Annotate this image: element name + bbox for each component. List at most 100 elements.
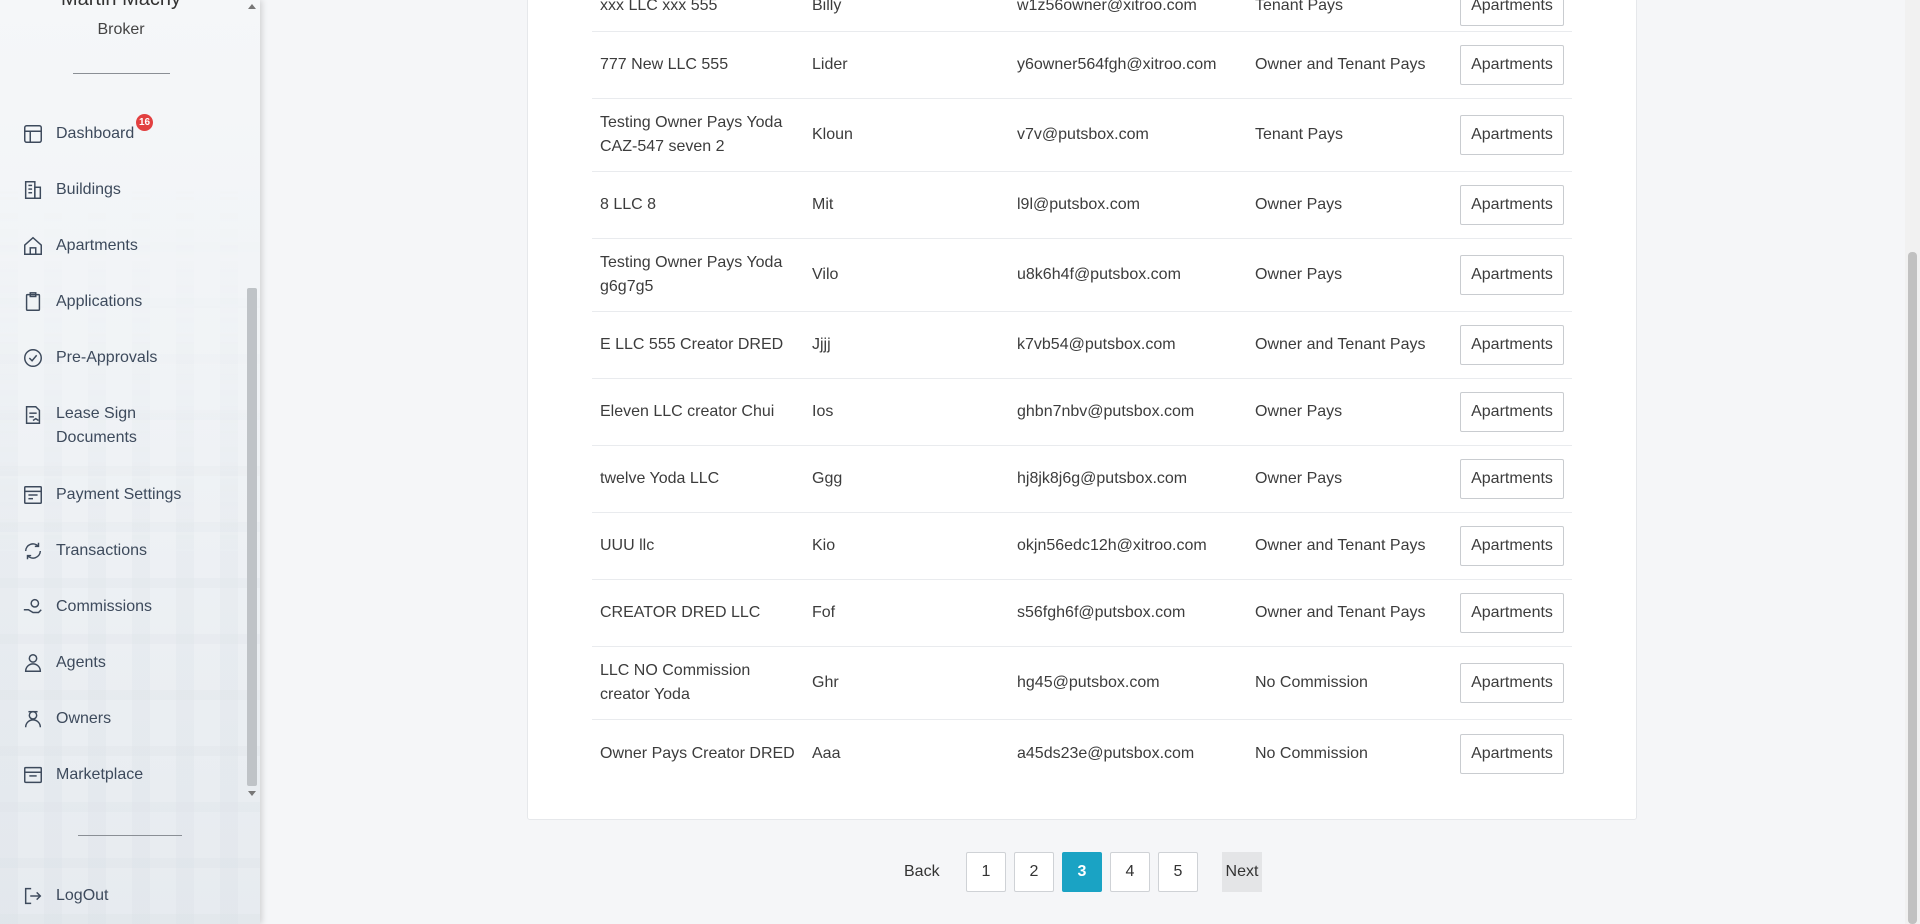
apartments-button[interactable]: Apartments bbox=[1460, 325, 1564, 365]
cell-first-name: Ios bbox=[812, 403, 834, 420]
pagination: Back 1 2 3 4 5 Next bbox=[0, 852, 1920, 892]
cell-email: ghbn7nbv@putsbox.com bbox=[1017, 403, 1195, 420]
sidebar-item-label: Agents bbox=[56, 654, 106, 671]
cell-company: Testing Owner Pays Yoda g6g7g5 bbox=[600, 254, 783, 295]
sidebar-item-dashboard[interactable]: Dashboard 16 bbox=[22, 114, 206, 146]
sidebar-item-payment-settings[interactable]: Payment Settings bbox=[22, 483, 206, 507]
sidebar-item-buildings[interactable]: Buildings bbox=[22, 178, 206, 202]
sidebar-item-owners[interactable]: Owners bbox=[22, 707, 206, 731]
cell-first-name: Ggg bbox=[812, 470, 843, 487]
page-2-button[interactable]: 2 bbox=[1014, 852, 1054, 892]
cell-company: Eleven LLC creator Chui bbox=[600, 403, 775, 420]
user-name: Martin Machy bbox=[0, 0, 242, 11]
table-row: Owner Pays Creator DRED Aaa a45ds23e@put… bbox=[592, 720, 1572, 787]
cell-email: okjn56edc12h@xitroo.com bbox=[1017, 537, 1207, 554]
cell-first-name: Aaa bbox=[812, 744, 841, 762]
cell-company: Owner Pays Creator DRED bbox=[600, 744, 795, 762]
payment-settings-icon bbox=[22, 484, 44, 506]
page-5-button[interactable]: 5 bbox=[1158, 852, 1198, 892]
sidebar-item-label: Transactions bbox=[56, 542, 147, 559]
cell-company: Testing Owner Pays Yoda CAZ-547 seven 2 bbox=[600, 114, 783, 155]
page-1-button[interactable]: 1 bbox=[966, 852, 1006, 892]
page-scrollbar[interactable] bbox=[1905, 0, 1920, 924]
cell-company: UUU llc bbox=[600, 537, 655, 554]
sidebar-item-agents[interactable]: Agents bbox=[22, 651, 206, 675]
cell-payment-type: Owner Pays bbox=[1255, 403, 1343, 420]
pagination-next-button[interactable]: Next bbox=[1222, 852, 1262, 892]
apartments-button[interactable]: Apartments bbox=[1460, 115, 1564, 155]
cell-first-name: Mit bbox=[812, 196, 834, 213]
buildings-icon bbox=[22, 179, 44, 201]
apartments-button[interactable]: Apartments bbox=[1460, 0, 1564, 26]
sidebar-item-transactions[interactable]: Transactions bbox=[22, 539, 206, 563]
cell-first-name: Kio bbox=[812, 537, 836, 554]
apartments-button[interactable]: Apartments bbox=[1460, 392, 1564, 432]
cell-email: l9l@putsbox.com bbox=[1017, 196, 1140, 213]
sidebar: Martin Machy Broker Dashboard 16 Buildin… bbox=[0, 0, 260, 924]
cell-payment-type: Owner Pays bbox=[1255, 196, 1343, 213]
sidebar-divider bbox=[78, 835, 182, 836]
cell-payment-type: Owner Pays bbox=[1255, 470, 1343, 487]
sidebar-item-applications[interactable]: Applications bbox=[22, 290, 206, 314]
page-scroll-thumb[interactable] bbox=[1908, 252, 1917, 924]
sidebar-item-label: Commissions bbox=[56, 598, 153, 615]
page-4-button[interactable]: 4 bbox=[1110, 852, 1150, 892]
cell-payment-type: Owner and Tenant Pays bbox=[1255, 56, 1426, 73]
sidebar-scrollbar[interactable] bbox=[245, 0, 260, 800]
apartments-button[interactable]: Apartments bbox=[1460, 593, 1564, 633]
sidebar-item-label: Lease Sign Documents bbox=[56, 405, 137, 446]
cell-payment-type: Tenant Pays bbox=[1255, 0, 1344, 14]
sidebar-item-marketplace[interactable]: Marketplace bbox=[22, 763, 206, 787]
cell-email: k7vb54@putsbox.com bbox=[1017, 336, 1176, 353]
apartments-button[interactable]: Apartments bbox=[1460, 255, 1564, 295]
cell-company: CREATOR DRED LLC bbox=[600, 604, 761, 621]
scroll-down-arrow-icon[interactable] bbox=[248, 791, 256, 796]
sidebar-item-lease-sign-documents[interactable]: Lease Sign Documents bbox=[22, 402, 166, 450]
table-row: Testing Owner Pays Yoda CAZ-547 seven 2 … bbox=[592, 99, 1572, 172]
marketplace-icon bbox=[22, 764, 44, 786]
commission-hand-icon bbox=[22, 596, 44, 618]
clipboard-icon bbox=[22, 291, 44, 313]
cell-payment-type: Owner Pays bbox=[1255, 266, 1343, 283]
apartments-button[interactable]: Apartments bbox=[1460, 663, 1564, 703]
sidebar-item-label: Dashboard bbox=[56, 125, 135, 142]
cell-email: w1z56owner@xitroo.com bbox=[1017, 0, 1197, 14]
cell-first-name: Ghr bbox=[812, 674, 839, 691]
check-circle-icon bbox=[22, 347, 44, 369]
cell-company: LLC NO Commission creator Yoda bbox=[600, 662, 751, 703]
logout-button[interactable]: LogOut bbox=[22, 884, 206, 908]
cell-email: u8k6h4f@putsbox.com bbox=[1017, 266, 1181, 283]
cell-first-name: Fof bbox=[812, 604, 836, 621]
notification-badge: 16 bbox=[136, 114, 154, 131]
sidebar-item-apartments[interactable]: Apartments bbox=[22, 234, 206, 258]
sidebar-item-commissions[interactable]: Commissions bbox=[22, 595, 206, 619]
sidebar-item-label: Marketplace bbox=[56, 766, 144, 783]
cell-first-name: Lider bbox=[812, 56, 848, 73]
sidebar-scroll-thumb[interactable] bbox=[247, 288, 257, 786]
cell-first-name: Jjjj bbox=[812, 336, 831, 353]
sidebar-item-label: Buildings bbox=[56, 181, 121, 198]
apartments-button[interactable]: Apartments bbox=[1460, 459, 1564, 499]
cell-email: hg45@putsbox.com bbox=[1017, 674, 1160, 691]
logout-label: LogOut bbox=[56, 887, 109, 904]
table-row: Eleven LLC creator Chui Ios ghbn7nbv@put… bbox=[592, 379, 1572, 446]
sidebar-item-pre-approvals[interactable]: Pre-Approvals bbox=[22, 346, 206, 370]
page-3-button-current[interactable]: 3 bbox=[1062, 852, 1102, 892]
document-sign-icon bbox=[22, 404, 44, 426]
sidebar-item-label: Owners bbox=[56, 710, 112, 727]
cell-first-name: Vilo bbox=[812, 266, 839, 283]
dashboard-icon bbox=[22, 123, 44, 145]
scroll-up-arrow-icon[interactable] bbox=[248, 4, 256, 9]
table-row: E LLC 555 Creator DRED Jjjj k7vb54@putsb… bbox=[592, 312, 1572, 379]
apartments-button[interactable]: Apartments bbox=[1460, 526, 1564, 566]
apartments-button[interactable]: Apartments bbox=[1460, 45, 1564, 85]
transactions-icon bbox=[22, 540, 44, 562]
apartments-button[interactable]: Apartments bbox=[1460, 185, 1564, 225]
table-row: twelve Yoda LLC Ggg hj8jk8j6g@putsbox.co… bbox=[592, 446, 1572, 513]
apartments-button[interactable]: Apartments bbox=[1460, 733, 1564, 774]
user-role: Broker bbox=[97, 21, 145, 38]
sidebar-divider bbox=[73, 73, 170, 74]
pagination-back-button[interactable]: Back bbox=[904, 852, 940, 892]
cell-payment-type: Owner and Tenant Pays bbox=[1255, 336, 1426, 353]
cell-email: v7v@putsbox.com bbox=[1017, 126, 1149, 143]
